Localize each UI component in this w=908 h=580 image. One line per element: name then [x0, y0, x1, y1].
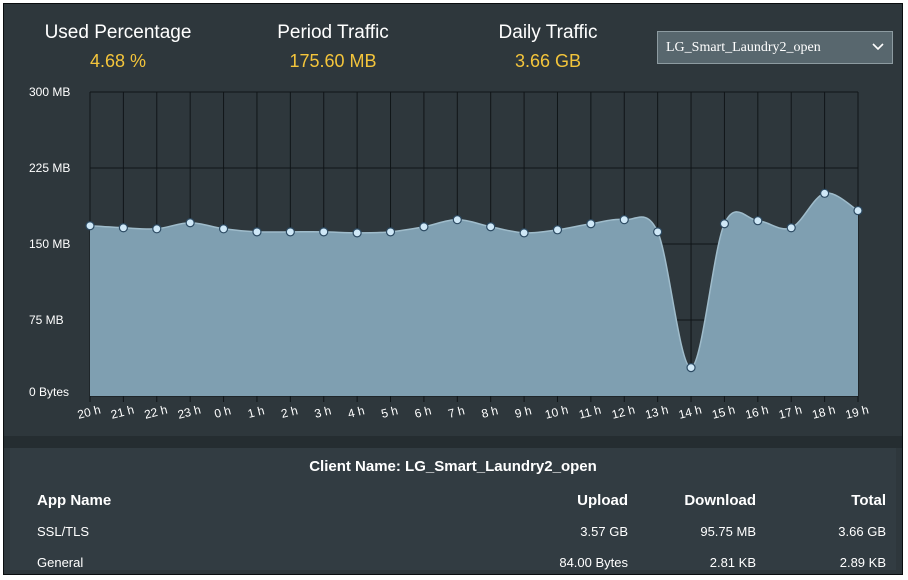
x-tick-label: 22 h	[143, 403, 169, 422]
x-tick-label: 15 h	[710, 403, 736, 422]
data-point-3h[interactable]	[319, 227, 329, 237]
x-tick-label: 11 h	[577, 403, 602, 422]
data-point-22h[interactable]	[152, 224, 162, 234]
data-point-1h[interactable]	[252, 227, 262, 237]
table-row-1-total: 3.66 GB	[838, 524, 886, 539]
x-tick-label: 1 h	[246, 403, 266, 421]
x-tick-label: 4 h	[346, 403, 366, 421]
client-name-title: Client Name: LG_Smart_Laundry2_open	[309, 458, 597, 475]
table-row-2-download: 2.81 KB	[709, 555, 756, 570]
x-tick-label: 18 h	[811, 403, 837, 422]
section-divider	[4, 436, 902, 448]
table-row-2-app-name: General	[37, 555, 84, 570]
x-tick-label: 12 h	[610, 403, 636, 422]
traffic-analyzer-panel: Used Percentage 4.68 % Period Traffic 17…	[3, 3, 903, 575]
data-point-13h[interactable]	[653, 227, 663, 237]
data-point-18h[interactable]	[820, 188, 830, 198]
y-tick-label: 75 MB	[29, 313, 64, 327]
data-point-12h[interactable]	[619, 215, 629, 225]
x-tick-label: 20 h	[76, 403, 102, 422]
col-header-download: Download	[684, 492, 756, 509]
data-point-10h[interactable]	[552, 225, 563, 235]
data-point-4h[interactable]	[352, 228, 362, 238]
col-header-upload: Upload	[577, 492, 628, 509]
data-point-8h[interactable]	[486, 222, 496, 232]
traffic-chart: 300 MB 225 MB 150 MB 75 MB 0 Bytes 20 h 21 h 2…	[29, 85, 870, 422]
data-point-11h[interactable]	[586, 219, 596, 229]
data-point-2h[interactable]	[285, 227, 295, 237]
data-point-20h[interactable]	[85, 221, 95, 231]
traffic-area-fill	[90, 193, 858, 396]
x-tick-label: 14 h	[677, 403, 703, 422]
app-traffic-table: Client Name: LG_Smart_Laundry2_open App …	[10, 448, 896, 570]
table-row-2-upload: 84.00 Bytes	[559, 555, 628, 570]
table-row-1-download: 95.75 MB	[700, 524, 756, 539]
data-point-9h[interactable]	[519, 228, 529, 238]
col-header-total: Total	[851, 492, 886, 509]
data-point-16h[interactable]	[753, 216, 763, 226]
data-point-14h[interactable]	[686, 363, 696, 373]
y-tick-label: 225 MB	[29, 161, 70, 175]
x-tick-label: 16 h	[744, 403, 770, 422]
table-row-1-upload: 3.57 GB	[580, 524, 628, 539]
x-tick-label: 9 h	[513, 403, 533, 421]
x-tick-label: 13 h	[644, 403, 670, 422]
x-tick-label: 21 h	[109, 403, 135, 422]
x-tick-label: 23 h	[176, 403, 202, 422]
y-tick-label: 0 Bytes	[29, 385, 69, 399]
table-row-2-total: 2.89 KB	[839, 555, 886, 570]
data-point-7h[interactable]	[452, 215, 462, 225]
data-point-23h[interactable]	[185, 218, 195, 228]
x-tick-label: 5 h	[380, 403, 400, 421]
data-point-6h[interactable]	[419, 222, 429, 232]
x-tick-label: 10 h	[543, 403, 569, 422]
data-point-5h[interactable]	[385, 227, 396, 237]
data-point-19h[interactable]	[853, 205, 863, 216]
y-tick-label: 150 MB	[29, 237, 70, 251]
y-tick-label: 300 MB	[29, 85, 70, 99]
x-tick-label: 8 h	[480, 403, 500, 421]
data-point-21h[interactable]	[118, 223, 128, 233]
x-tick-label: 0 h	[213, 403, 233, 421]
data-point-0h[interactable]	[218, 224, 229, 234]
x-tick-label: 2 h	[280, 403, 300, 421]
col-header-app-name: App Name	[37, 492, 112, 509]
x-tick-label: 17 h	[777, 403, 803, 422]
data-point-15h[interactable]	[719, 219, 730, 229]
table-row-1-app-name: SSL/TLS	[37, 524, 90, 539]
x-tick-label: 19 h	[844, 403, 870, 422]
data-point-17h[interactable]	[786, 223, 796, 233]
x-tick-label: 6 h	[413, 403, 433, 421]
x-tick-label: 7 h	[447, 403, 467, 421]
x-tick-label: 3 h	[313, 403, 333, 421]
